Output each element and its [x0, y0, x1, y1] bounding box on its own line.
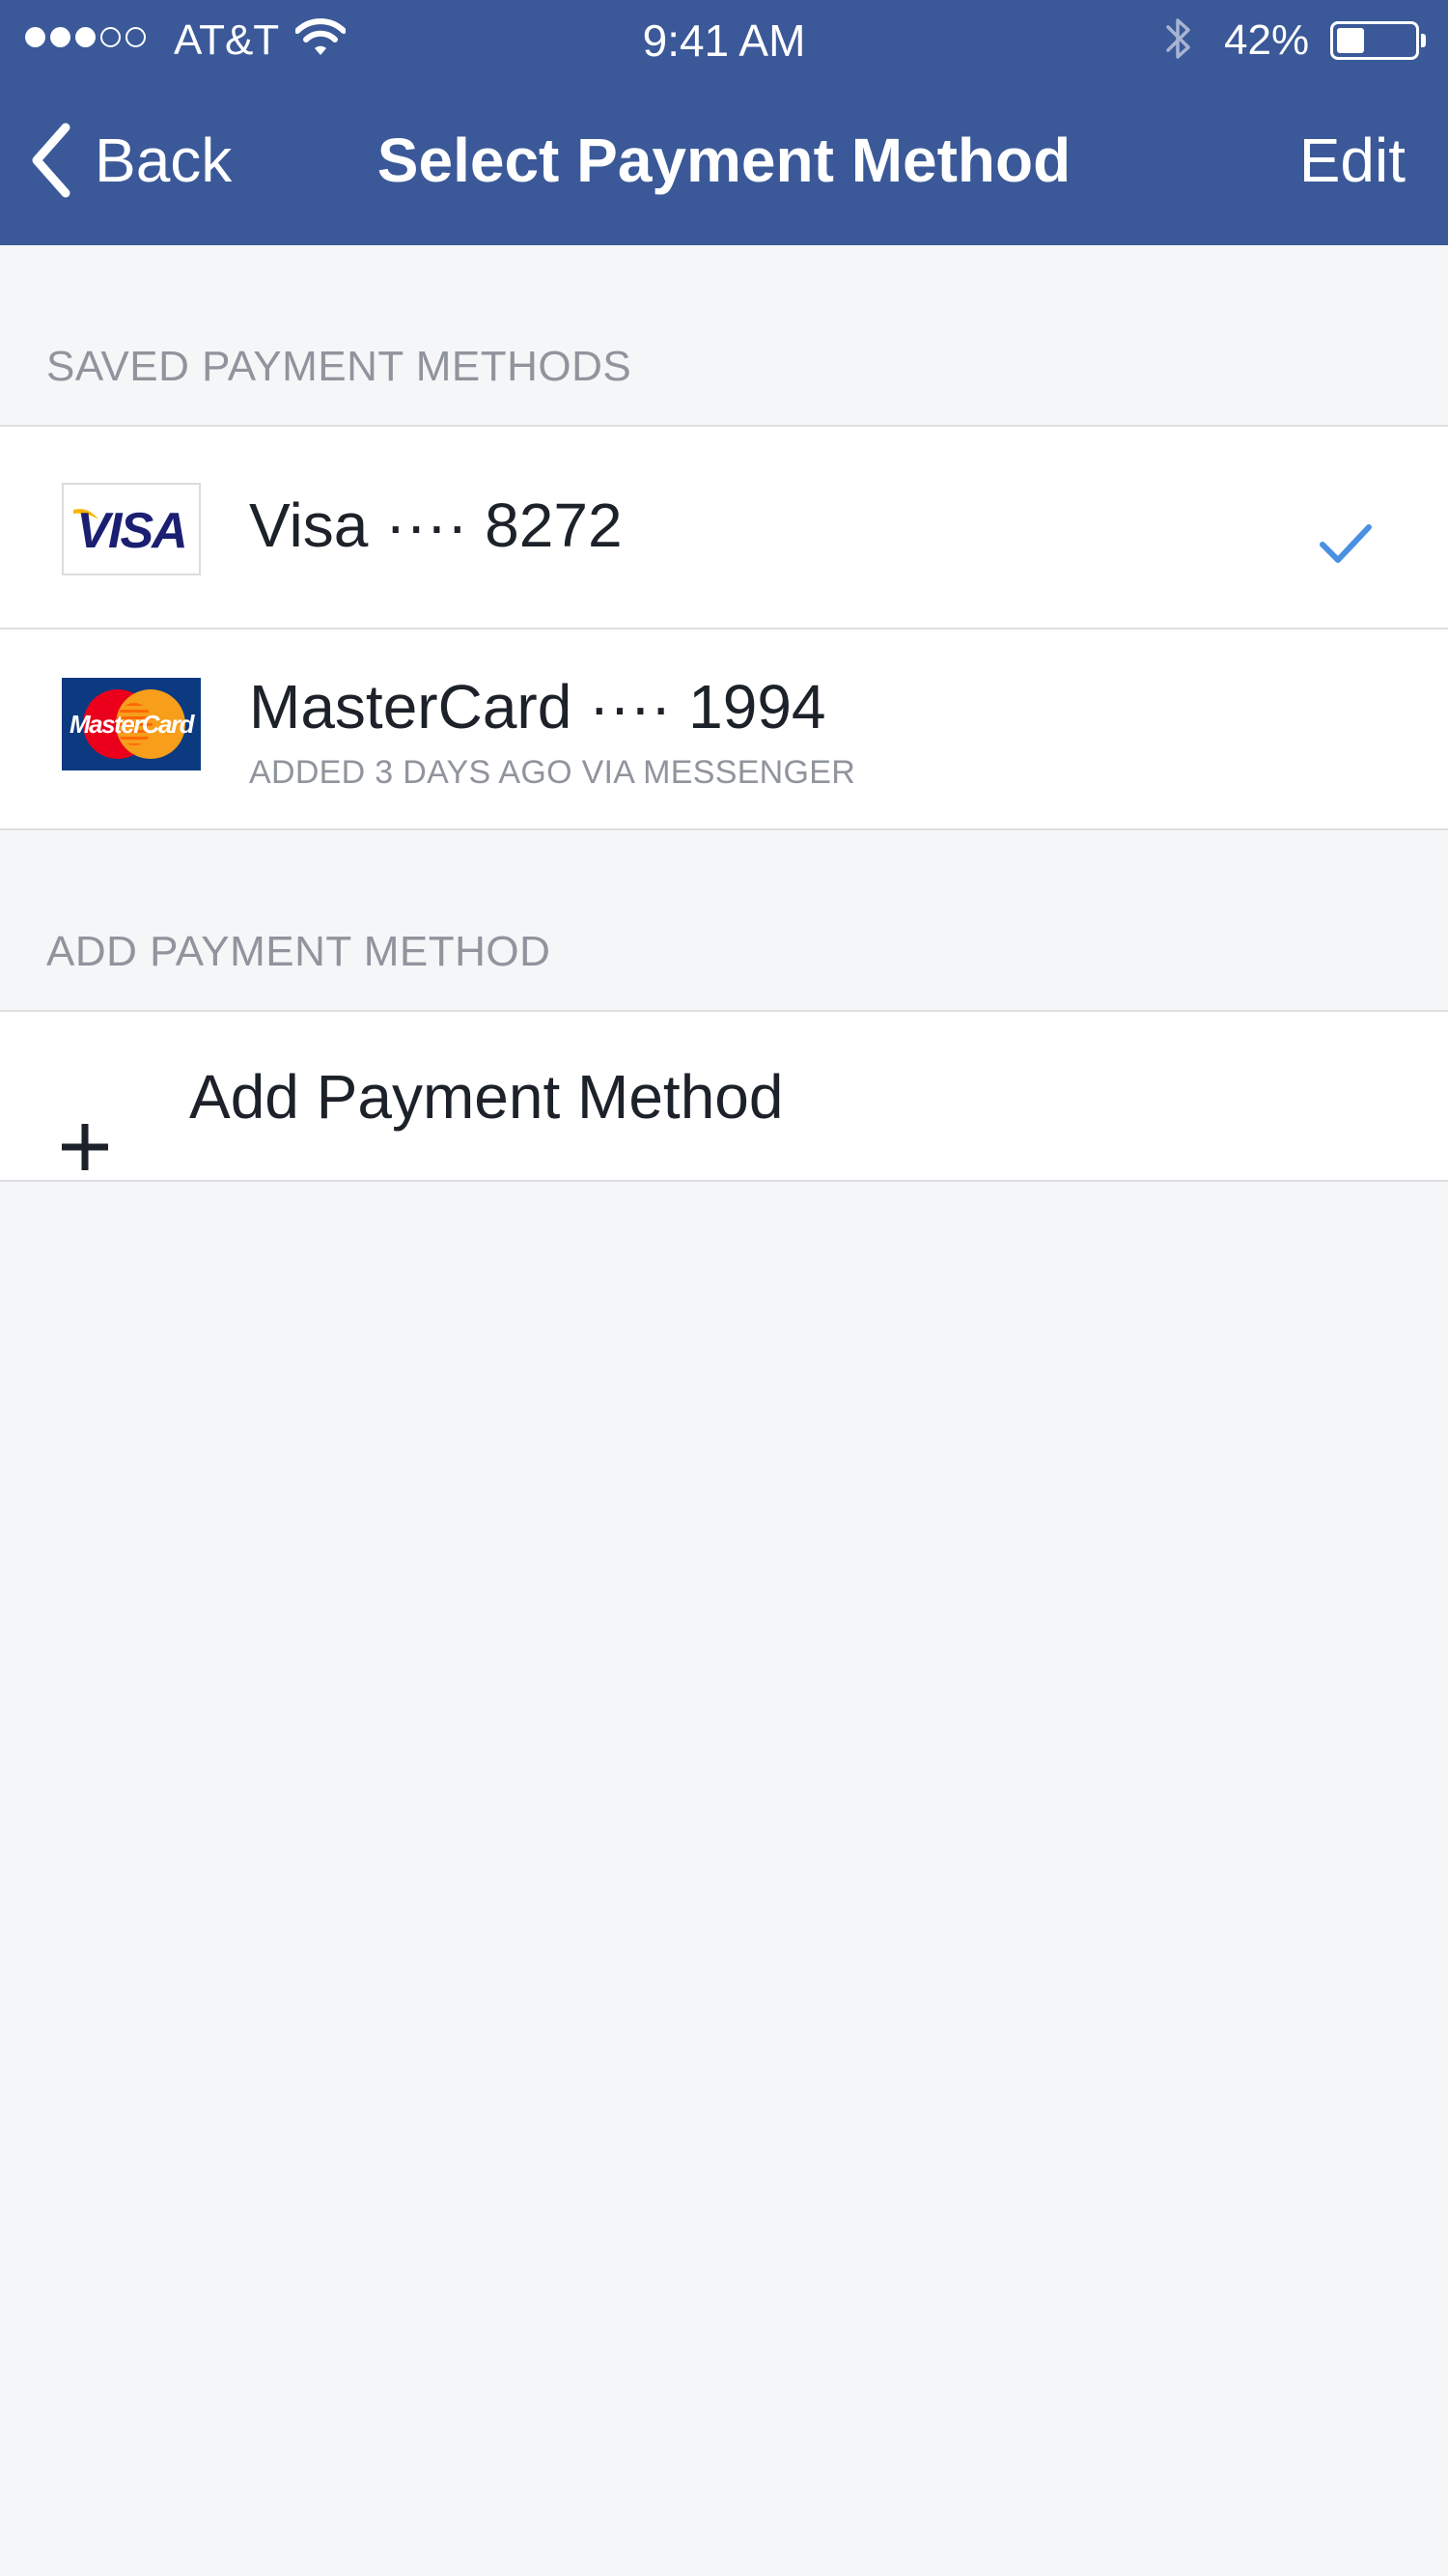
mastercard-brand-text: MasterCard: [69, 710, 195, 739]
payment-method-label: MasterCard ···· 1994: [249, 672, 826, 742]
payment-method-row-visa[interactable]: VISA Visa ···· 8272: [0, 427, 1448, 628]
back-label: Back: [95, 126, 233, 195]
payment-method-label: Visa ···· 8272: [249, 490, 623, 560]
add-payment-method-header: ADD PAYMENT METHOD: [46, 928, 551, 975]
payment-method-row-mastercard[interactable]: MasterCard MasterCard ···· 1994 ADDED 3 …: [0, 628, 1448, 828]
battery-percentage: 42%: [1224, 16, 1310, 64]
battery-level-fill: [1337, 28, 1364, 53]
bluetooth-icon: [1166, 18, 1190, 59]
mastercard-card-logo: MasterCard: [62, 678, 201, 770]
visa-brand-text: VISA: [76, 503, 187, 559]
back-button[interactable]: Back: [29, 114, 232, 207]
navigation-header: AT&T 9:41 AM 42% Back Select Payment Met…: [0, 0, 1448, 245]
add-payment-method-list: Add Payment Method: [0, 1010, 1448, 1182]
add-payment-method-button[interactable]: Add Payment Method: [0, 1012, 1448, 1180]
battery-icon: [1330, 21, 1426, 60]
add-payment-method-label: Add Payment Method: [189, 1062, 784, 1132]
status-bar: AT&T 9:41 AM 42%: [0, 0, 1448, 81]
edit-button[interactable]: Edit: [1299, 120, 1406, 201]
visa-card-logo: VISA: [62, 483, 201, 575]
checkmark-icon: [1320, 524, 1372, 563]
saved-payment-methods-header: SAVED PAYMENT METHODS: [46, 343, 632, 390]
plus-icon: [62, 1124, 108, 1170]
saved-payment-methods-list: VISA Visa ···· 8272 MasterCard MasterCar…: [0, 425, 1448, 830]
payment-method-subtitle: ADDED 3 DAYS AGO VIA MESSENGER: [249, 754, 856, 791]
chevron-left-icon: [32, 123, 70, 198]
